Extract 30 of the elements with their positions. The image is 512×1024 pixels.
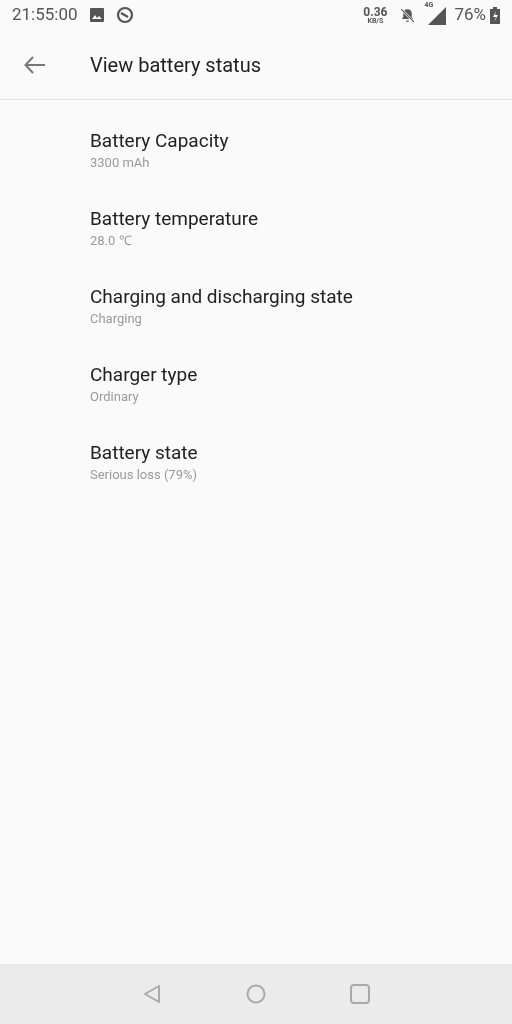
item-value: 28.0 ℃ bbox=[90, 232, 133, 250]
item-title: Charging and discharging state bbox=[90, 284, 354, 310]
status-item[interactable]: Charger type Ordinary bbox=[0, 362, 512, 440]
network-speed: 0.36 bbox=[363, 5, 388, 18]
item-title: Battery state bbox=[90, 440, 199, 466]
screen-title: View battery status bbox=[90, 51, 261, 79]
status-item[interactable]: Charging and discharging state Charging bbox=[0, 284, 512, 362]
back-triangle-icon bbox=[143, 984, 161, 1004]
home-nav-button[interactable] bbox=[244, 982, 268, 1006]
image-icon bbox=[89, 8, 104, 22]
bell-off-icon bbox=[399, 6, 417, 24]
status-time: 21:55:00 bbox=[12, 3, 78, 27]
item-title: Battery temperature bbox=[90, 206, 260, 232]
home-circle-icon bbox=[246, 984, 266, 1004]
battery-icon bbox=[490, 6, 500, 24]
status-item[interactable]: Battery Capacity 3300 mAh bbox=[0, 128, 512, 206]
item-title: Charger type bbox=[90, 362, 199, 388]
item-value: Charging bbox=[90, 310, 143, 328]
back-arrow-icon bbox=[24, 55, 46, 74]
item-value: 3300 mAh bbox=[90, 154, 151, 172]
item-title: Battery Capacity bbox=[90, 128, 230, 154]
battery-percent: 76% bbox=[454, 3, 486, 27]
signal-icon bbox=[428, 7, 447, 25]
item-value: Serious loss (79%) bbox=[90, 466, 199, 484]
recents-nav-button[interactable] bbox=[348, 982, 372, 1006]
recents-square-icon bbox=[350, 984, 370, 1004]
circle-icon bbox=[115, 6, 134, 24]
status-item[interactable]: Battery temperature 28.0 ℃ bbox=[0, 206, 512, 284]
status-item[interactable]: Battery state Serious loss (79%) bbox=[0, 440, 512, 518]
item-value: Ordinary bbox=[90, 388, 140, 406]
